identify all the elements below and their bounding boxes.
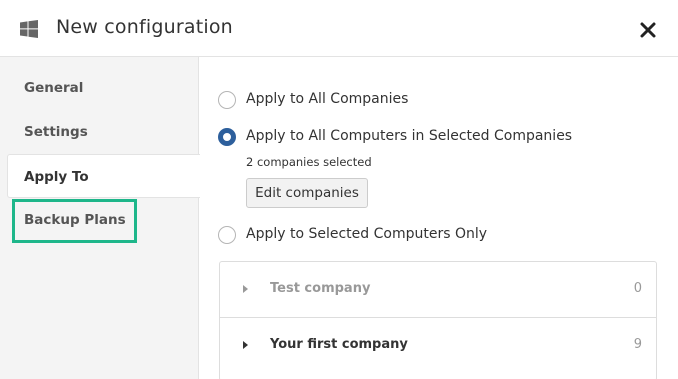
new-configuration-dialog: New configuration General Settings Apply… xyxy=(0,0,678,379)
company-computer-count: 9 xyxy=(633,337,642,352)
company-row[interactable]: Your first company 9 xyxy=(220,317,656,373)
radio-button[interactable] xyxy=(218,226,236,244)
sidebar-item-backup-plans[interactable]: Backup Plans xyxy=(0,198,199,242)
company-name: Test company xyxy=(270,281,371,296)
companies-selected-note: 2 companies selected xyxy=(246,155,372,169)
sidebar-item-label: Settings xyxy=(24,124,88,140)
radio-button-checked[interactable] xyxy=(218,128,236,146)
apply-to-panel: Apply to All Companies Apply to All Comp… xyxy=(200,57,678,379)
windows-icon xyxy=(20,20,38,38)
config-sidebar: General Settings Apply To Backup Plans xyxy=(0,57,200,379)
radio-label: Apply to All Companies xyxy=(246,91,409,107)
edit-companies-button[interactable]: Edit companies xyxy=(246,178,368,208)
company-computer-count: 0 xyxy=(633,281,642,296)
sidebar-item-general[interactable]: General xyxy=(0,66,199,110)
radio-label: Apply to All Computers in Selected Compa… xyxy=(246,128,573,144)
company-list: Test company 0 Your first company 9 xyxy=(219,261,657,379)
expand-caret-icon[interactable] xyxy=(243,341,248,349)
company-row[interactable]: Test company 0 xyxy=(220,262,656,318)
sidebar-item-apply-to[interactable]: Apply To xyxy=(7,154,200,198)
radio-label: Apply to Selected Computers Only xyxy=(246,226,488,242)
dialog-header: New configuration xyxy=(0,0,678,57)
sidebar-item-label: Backup Plans xyxy=(24,212,126,228)
expand-caret-icon[interactable] xyxy=(243,285,248,293)
dialog-title: New configuration xyxy=(56,16,233,38)
close-icon[interactable] xyxy=(637,19,659,41)
sidebar-item-label: General xyxy=(24,80,84,96)
radio-button[interactable] xyxy=(218,91,236,109)
company-name: Your first company xyxy=(270,337,408,352)
sidebar-item-settings[interactable]: Settings xyxy=(0,110,199,154)
sidebar-item-label: Apply To xyxy=(24,169,89,185)
